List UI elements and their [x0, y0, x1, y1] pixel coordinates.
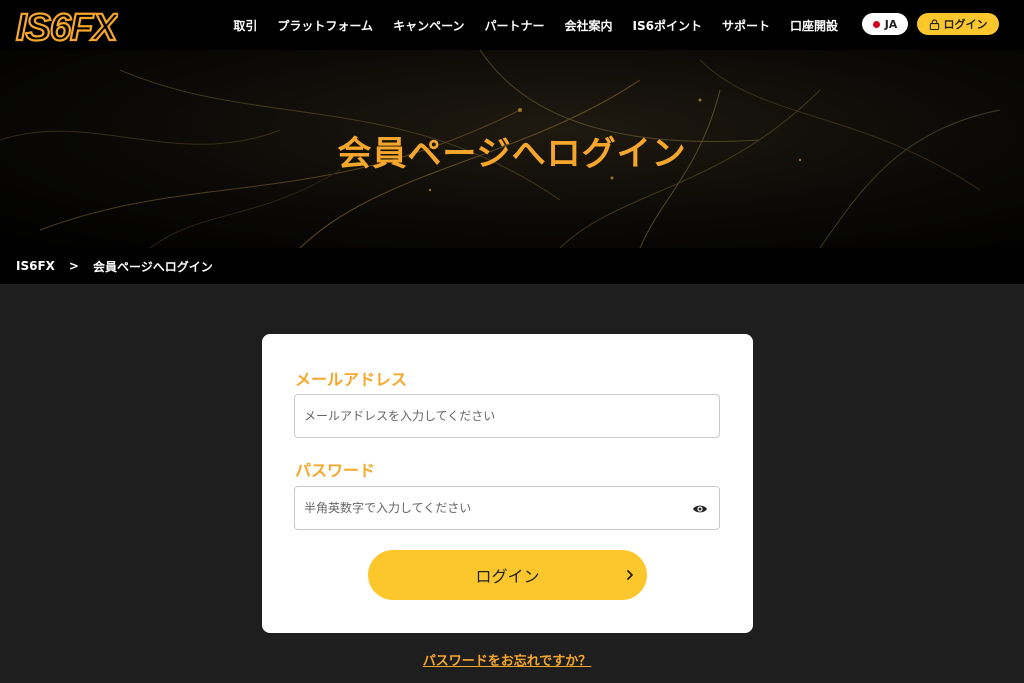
chevron-right-icon [627, 570, 633, 580]
login-submit-label: ログイン [475, 569, 540, 586]
password-field-wrapper [294, 486, 720, 530]
email-input[interactable] [295, 395, 719, 437]
password-label: パスワード [295, 461, 376, 480]
nav-item-trading[interactable]: 取引 [223, 17, 267, 34]
site-header: IS6FX 取引 プラットフォーム キャンペーン パートナー 会社案内 IS6ポ… [0, 0, 1024, 50]
header-login-label: ログイン [943, 18, 988, 31]
language-selector[interactable]: JA [862, 13, 908, 35]
nav-item-partner[interactable]: パートナー [474, 17, 554, 34]
nav-item-campaign[interactable]: キャンペーン [383, 17, 474, 34]
nav-item-support[interactable]: サポート [712, 17, 780, 34]
nav-item-is6-points[interactable]: IS6ポイント [623, 17, 712, 34]
login-form-card: メールアドレス パスワード ログイン [262, 334, 753, 633]
main-content: メールアドレス パスワード ログイン パスワードをお忘れですか？ [0, 284, 1024, 683]
email-field-wrapper [294, 394, 720, 438]
email-label: メールアドレス [295, 370, 408, 389]
login-submit-button[interactable]: ログイン [368, 550, 647, 600]
is6fx-logo[interactable]: IS6FX [14, 4, 118, 46]
svg-text:IS6FX: IS6FX [16, 7, 118, 46]
eye-icon[interactable] [692, 501, 708, 517]
breadcrumb-current: 会員ページへログイン [92, 259, 213, 274]
flag-jp-icon [872, 20, 880, 28]
nav-item-platform[interactable]: プラットフォーム [267, 17, 383, 34]
nav-item-open-account[interactable]: 口座開設 [780, 17, 848, 34]
breadcrumb-home-link[interactable]: IS6FX [16, 259, 55, 273]
header-login-button[interactable]: ログイン [917, 13, 999, 35]
page-title: 会員ページへログイン [337, 134, 687, 174]
lock-icon [929, 18, 939, 30]
forgot-password-link[interactable]: パスワードをお忘れですか？ [0, 650, 1014, 669]
breadcrumb-separator: > [68, 259, 79, 273]
password-input[interactable] [295, 487, 719, 529]
nav-item-company[interactable]: 会社案内 [554, 17, 622, 34]
breadcrumb: IS6FX > 会員ページへログイン [0, 248, 1024, 284]
hero-banner: 会員ページへログイン [0, 50, 1024, 248]
main-nav: 取引 プラットフォーム キャンペーン パートナー 会社案内 IS6ポイント サポ… [223, 0, 848, 50]
language-label: JA [884, 17, 898, 31]
